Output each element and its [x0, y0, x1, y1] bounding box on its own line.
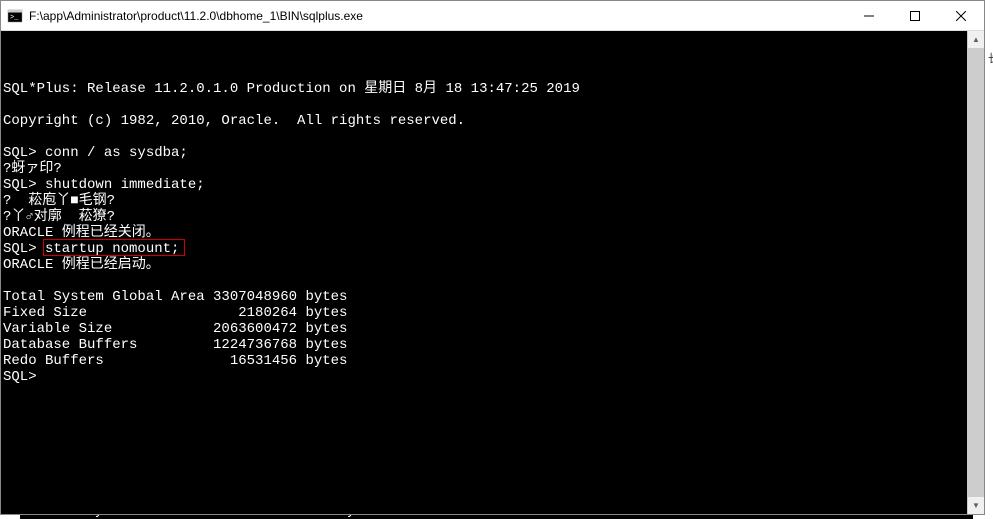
terminal-line: SQL> startup nomount; [3, 241, 965, 257]
terminal-line: Redo Buffers 16531456 bytes [3, 353, 965, 369]
titlebar[interactable]: >_ F:\app\Administrator\product\11.2.0\d… [1, 1, 984, 31]
terminal-line: SQL> conn / as sysdba; [3, 145, 965, 161]
maximize-button[interactable] [892, 1, 938, 30]
terminal-icon: >_ [7, 8, 23, 24]
terminal-wrapper: SQL*Plus: Release 11.2.0.1.0 Production … [1, 31, 984, 514]
application-window: >_ F:\app\Administrator\product\11.2.0\d… [0, 0, 985, 515]
window-title: F:\app\Administrator\product\11.2.0\dbho… [29, 9, 846, 23]
terminal-line: Copyright (c) 1982, 2010, Oracle. All ri… [3, 113, 965, 129]
scroll-down-button[interactable]: ▼ [968, 497, 984, 514]
close-button[interactable] [938, 1, 984, 30]
terminal-line: SQL*Plus: Release 11.2.0.1.0 Production … [3, 81, 965, 97]
terminal-line: SQL> [3, 369, 965, 385]
terminal-line: Database Buffers 1224736768 bytes [3, 337, 965, 353]
scroll-up-button[interactable]: ▲ [968, 31, 984, 48]
terminal-line: ?蚜ァ印? [3, 161, 965, 177]
terminal-output[interactable]: SQL*Plus: Release 11.2.0.1.0 Production … [1, 31, 967, 514]
terminal-line [3, 129, 965, 145]
scrollbar-track[interactable] [968, 48, 984, 497]
terminal-line: Fixed Size 2180264 bytes [3, 305, 965, 321]
terminal-line: ?丫♂对廓 菘獠? [3, 209, 965, 225]
terminal-line [3, 273, 965, 289]
terminal-line: SQL> shutdown immediate; [3, 177, 965, 193]
terminal-line: ORACLE 例程已经启动。 [3, 257, 965, 273]
window-controls [846, 1, 984, 30]
scrollbar-thumb[interactable] [968, 48, 984, 497]
terminal-line: Variable Size 2063600472 bytes [3, 321, 965, 337]
side-mark: 长 [988, 50, 993, 66]
terminal-line [3, 65, 965, 81]
svg-text:>_: >_ [10, 14, 19, 22]
vertical-scrollbar[interactable]: ▲ ▼ [967, 31, 984, 514]
terminal-line [3, 97, 965, 113]
terminal-line: ? 菘庖丫■毛钢? [3, 193, 965, 209]
terminal-line: Total System Global Area 3307048960 byte… [3, 289, 965, 305]
terminal-line: ORACLE 例程已经关闭。 [3, 225, 965, 241]
minimize-button[interactable] [846, 1, 892, 30]
